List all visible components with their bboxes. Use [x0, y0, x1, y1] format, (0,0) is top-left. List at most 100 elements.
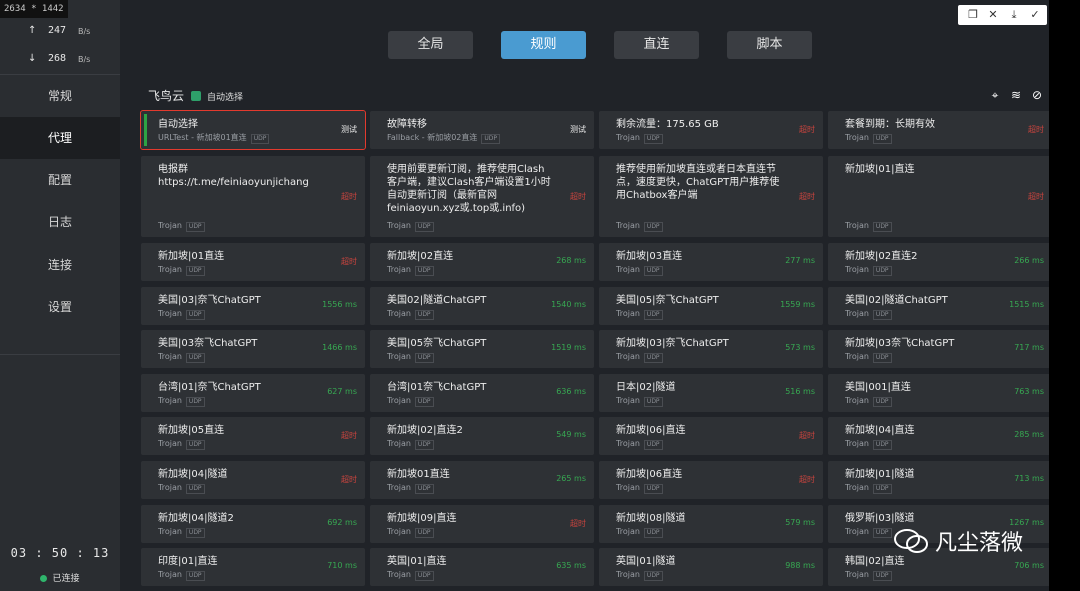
proxy-type: Trojan UDP [845, 309, 892, 320]
test-latency-button[interactable]: 测试 [341, 124, 357, 135]
proxy-card[interactable]: 新加坡|01直连 Trojan UDP 超时 [141, 243, 365, 281]
hide-unavailable-icon[interactable]: ⊘ [1030, 88, 1044, 102]
latency-label: 516 ms [785, 387, 815, 396]
nav-logs[interactable]: 日志 [0, 201, 120, 243]
proxy-type-label: Trojan [387, 352, 411, 361]
proxy-name: 英国|01|隧道 [616, 556, 676, 567]
udp-badge: UDP [872, 266, 892, 276]
proxy-type-label: Trojan [158, 221, 182, 230]
proxy-card[interactable]: 美国|05奈飞ChatGPT Trojan UDP 1519 ms [370, 330, 594, 368]
mode-rule-button[interactable]: 规则 [501, 31, 586, 59]
udp-badge: UDP [643, 528, 663, 538]
proxy-card[interactable]: 新加坡|06直连 Trojan UDP 超时 [599, 461, 823, 499]
check-icon[interactable]: ✓ [1024, 5, 1046, 25]
proxy-card[interactable]: 新加坡|03直连 Trojan UDP 277 ms [599, 243, 823, 281]
udp-badge: UDP [643, 440, 663, 450]
proxy-card[interactable]: 美国|03|奈飞ChatGPT Trojan UDP 1556 ms [141, 287, 365, 325]
proxy-type-label: Trojan [616, 570, 640, 579]
proxy-card[interactable]: 故障转移 Fallback - 新加坡02直连 UDP 测试 [370, 111, 594, 149]
latency-label: 1556 ms [322, 300, 357, 309]
proxy-type-label: Trojan [845, 439, 869, 448]
proxy-card[interactable]: 英国|01|隧道 Trojan UDP 988 ms [599, 548, 823, 586]
upload-unit: B/s [78, 27, 91, 36]
outer-border [1049, 0, 1080, 591]
proxy-type-label: Trojan [845, 483, 869, 492]
proxy-type-label: Trojan [158, 352, 182, 361]
udp-badge: UDP [414, 484, 434, 494]
proxy-card[interactable]: 新加坡|03|奈飞ChatGPT Trojan UDP 573 ms [599, 330, 823, 368]
proxy-card[interactable]: 新加坡|02直连2 Trojan UDP 266 ms [828, 243, 1052, 281]
proxy-name: 英国|01|直连 [387, 556, 447, 567]
proxy-card[interactable]: 新加坡|02直连 Trojan UDP 268 ms [370, 243, 594, 281]
proxy-card[interactable]: 美国02|隧道ChatGPT Trojan UDP 1540 ms [370, 287, 594, 325]
proxy-card[interactable]: 新加坡|09|直连 Trojan UDP 超时 [370, 505, 594, 543]
latency-label: 636 ms [556, 387, 586, 396]
locate-icon[interactable]: ⌖ [988, 88, 1002, 102]
proxy-card[interactable]: 英国|01|直连 Trojan UDP 635 ms [370, 548, 594, 586]
proxy-name: 推荐使用新加坡直连或者日本直连节点，速度更快，ChatGPT用户推荐使用Chat… [616, 164, 780, 201]
proxy-card[interactable]: 新加坡|04|隧道 Trojan UDP 超时 [141, 461, 365, 499]
proxy-name: 新加坡|05直连 [158, 425, 225, 436]
proxy-type-label: Trojan [616, 265, 640, 274]
latency-test-icon[interactable]: ≋ [1009, 88, 1023, 102]
nav-connections[interactable]: 连接 [0, 244, 120, 286]
proxy-card[interactable]: 日本|02|隧道 Trojan UDP 516 ms [599, 374, 823, 412]
proxy-card[interactable]: 自动选择 URLTest - 新加坡01直连 UDP 测试 [140, 110, 366, 150]
proxy-card[interactable]: 新加坡|06|直连 Trojan UDP 超时 [599, 417, 823, 455]
latency-label: 超时 [799, 475, 815, 484]
proxy-card[interactable]: 美国|05|奈飞ChatGPT Trojan UDP 1559 ms [599, 287, 823, 325]
mode-direct-button[interactable]: 直连 [614, 31, 699, 59]
mode-script-button[interactable]: 脚本 [727, 31, 812, 59]
proxy-card[interactable]: 电报群https://t.me/feiniaoyunjichang Trojan U… [141, 156, 365, 237]
proxy-card[interactable]: 印度|01|直连 Trojan UDP 710 ms [141, 548, 365, 586]
proxy-card[interactable]: 剩余流量：175.65 GB Trojan UDP 超时 [599, 111, 823, 149]
proxy-card[interactable]: 美国|02|隧道ChatGPT Trojan UDP 1515 ms [828, 287, 1052, 325]
proxy-card[interactable]: 新加坡|08|隧道 Trojan UDP 579 ms [599, 505, 823, 543]
proxy-card[interactable]: 美国|001|直连 Trojan UDP 763 ms [828, 374, 1052, 412]
udp-badge: UDP [643, 134, 663, 144]
group-type-badge-icon [191, 91, 202, 101]
proxy-card[interactable]: 新加坡|03奈飞ChatGPT Trojan UDP 717 ms [828, 330, 1052, 368]
test-latency-button[interactable]: 测试 [570, 124, 586, 135]
nav-proxies[interactable]: 代理 [0, 117, 120, 159]
nav-general[interactable]: 常规 [0, 75, 120, 117]
download-value: 268 [48, 53, 67, 64]
proxy-card[interactable]: 新加坡|01|直连 Trojan UDP 超时 [828, 156, 1052, 237]
proxy-type: Trojan UDP [845, 396, 892, 407]
proxy-card[interactable]: 新加坡01直连 Trojan UDP 265 ms [370, 461, 594, 499]
proxy-name: 俄罗斯|03|隧道 [845, 513, 915, 524]
proxy-card[interactable]: 套餐到期：长期有效 Trojan UDP 超时 [828, 111, 1052, 149]
udp-badge: UDP [414, 397, 434, 407]
udp-badge: UDP [414, 222, 434, 232]
proxy-card[interactable]: 新加坡|05直连 Trojan UDP 超时 [141, 417, 365, 455]
latency-label: 988 ms [785, 561, 815, 570]
proxy-type: Trojan UDP [158, 483, 205, 494]
proxy-type-label: Trojan [616, 527, 640, 536]
proxy-type-label: Trojan [387, 396, 411, 405]
proxy-type-label: Trojan [387, 439, 411, 448]
proxy-name: 使用前要更新订阅，推荐使用Clash客户端，建议Clash客户端设置1小时自动更… [387, 164, 551, 214]
proxy-type-label: Trojan [616, 352, 640, 361]
popout-icon[interactable]: ❐ [962, 5, 984, 25]
proxy-card[interactable]: 推荐使用新加坡直连或者日本直连节点，速度更快，ChatGPT用户推荐使用Chat… [599, 156, 823, 237]
latency-label: 627 ms [327, 387, 357, 396]
nav-settings[interactable]: 设置 [0, 286, 120, 328]
latency-label: 超时 [341, 191, 357, 201]
latency-label: 超时 [799, 191, 815, 201]
proxy-card[interactable]: 新加坡|02|直连2 Trojan UDP 549 ms [370, 417, 594, 455]
mode-global-button[interactable]: 全局 [388, 31, 473, 59]
proxy-card[interactable]: 新加坡|04|隧道2 Trojan UDP 692 ms [141, 505, 365, 543]
proxy-type: Trojan UDP [158, 570, 205, 581]
latency-label: 277 ms [785, 256, 815, 265]
proxy-card[interactable]: 美国|03奈飞ChatGPT Trojan UDP 1466 ms [141, 330, 365, 368]
download-icon[interactable]: ⤓ [1003, 5, 1025, 25]
proxy-card[interactable]: 使用前要更新订阅，推荐使用Clash客户端，建议Clash客户端设置1小时自动更… [370, 156, 594, 237]
proxy-type: Trojan UDP [158, 396, 205, 407]
proxy-card[interactable]: 新加坡|04|直连 Trojan UDP 285 ms [828, 417, 1052, 455]
close-icon[interactable]: ✕ [982, 5, 1004, 25]
proxy-card[interactable]: 新加坡|01|隧道 Trojan UDP 713 ms [828, 461, 1052, 499]
proxy-card[interactable]: 台湾|01奈飞ChatGPT Trojan UDP 636 ms [370, 374, 594, 412]
proxy-card[interactable]: 台湾|01|奈飞ChatGPT Trojan UDP 627 ms [141, 374, 365, 412]
proxy-name: 美国|05|奈飞ChatGPT [616, 295, 719, 306]
nav-profiles[interactable]: 配置 [0, 159, 120, 201]
